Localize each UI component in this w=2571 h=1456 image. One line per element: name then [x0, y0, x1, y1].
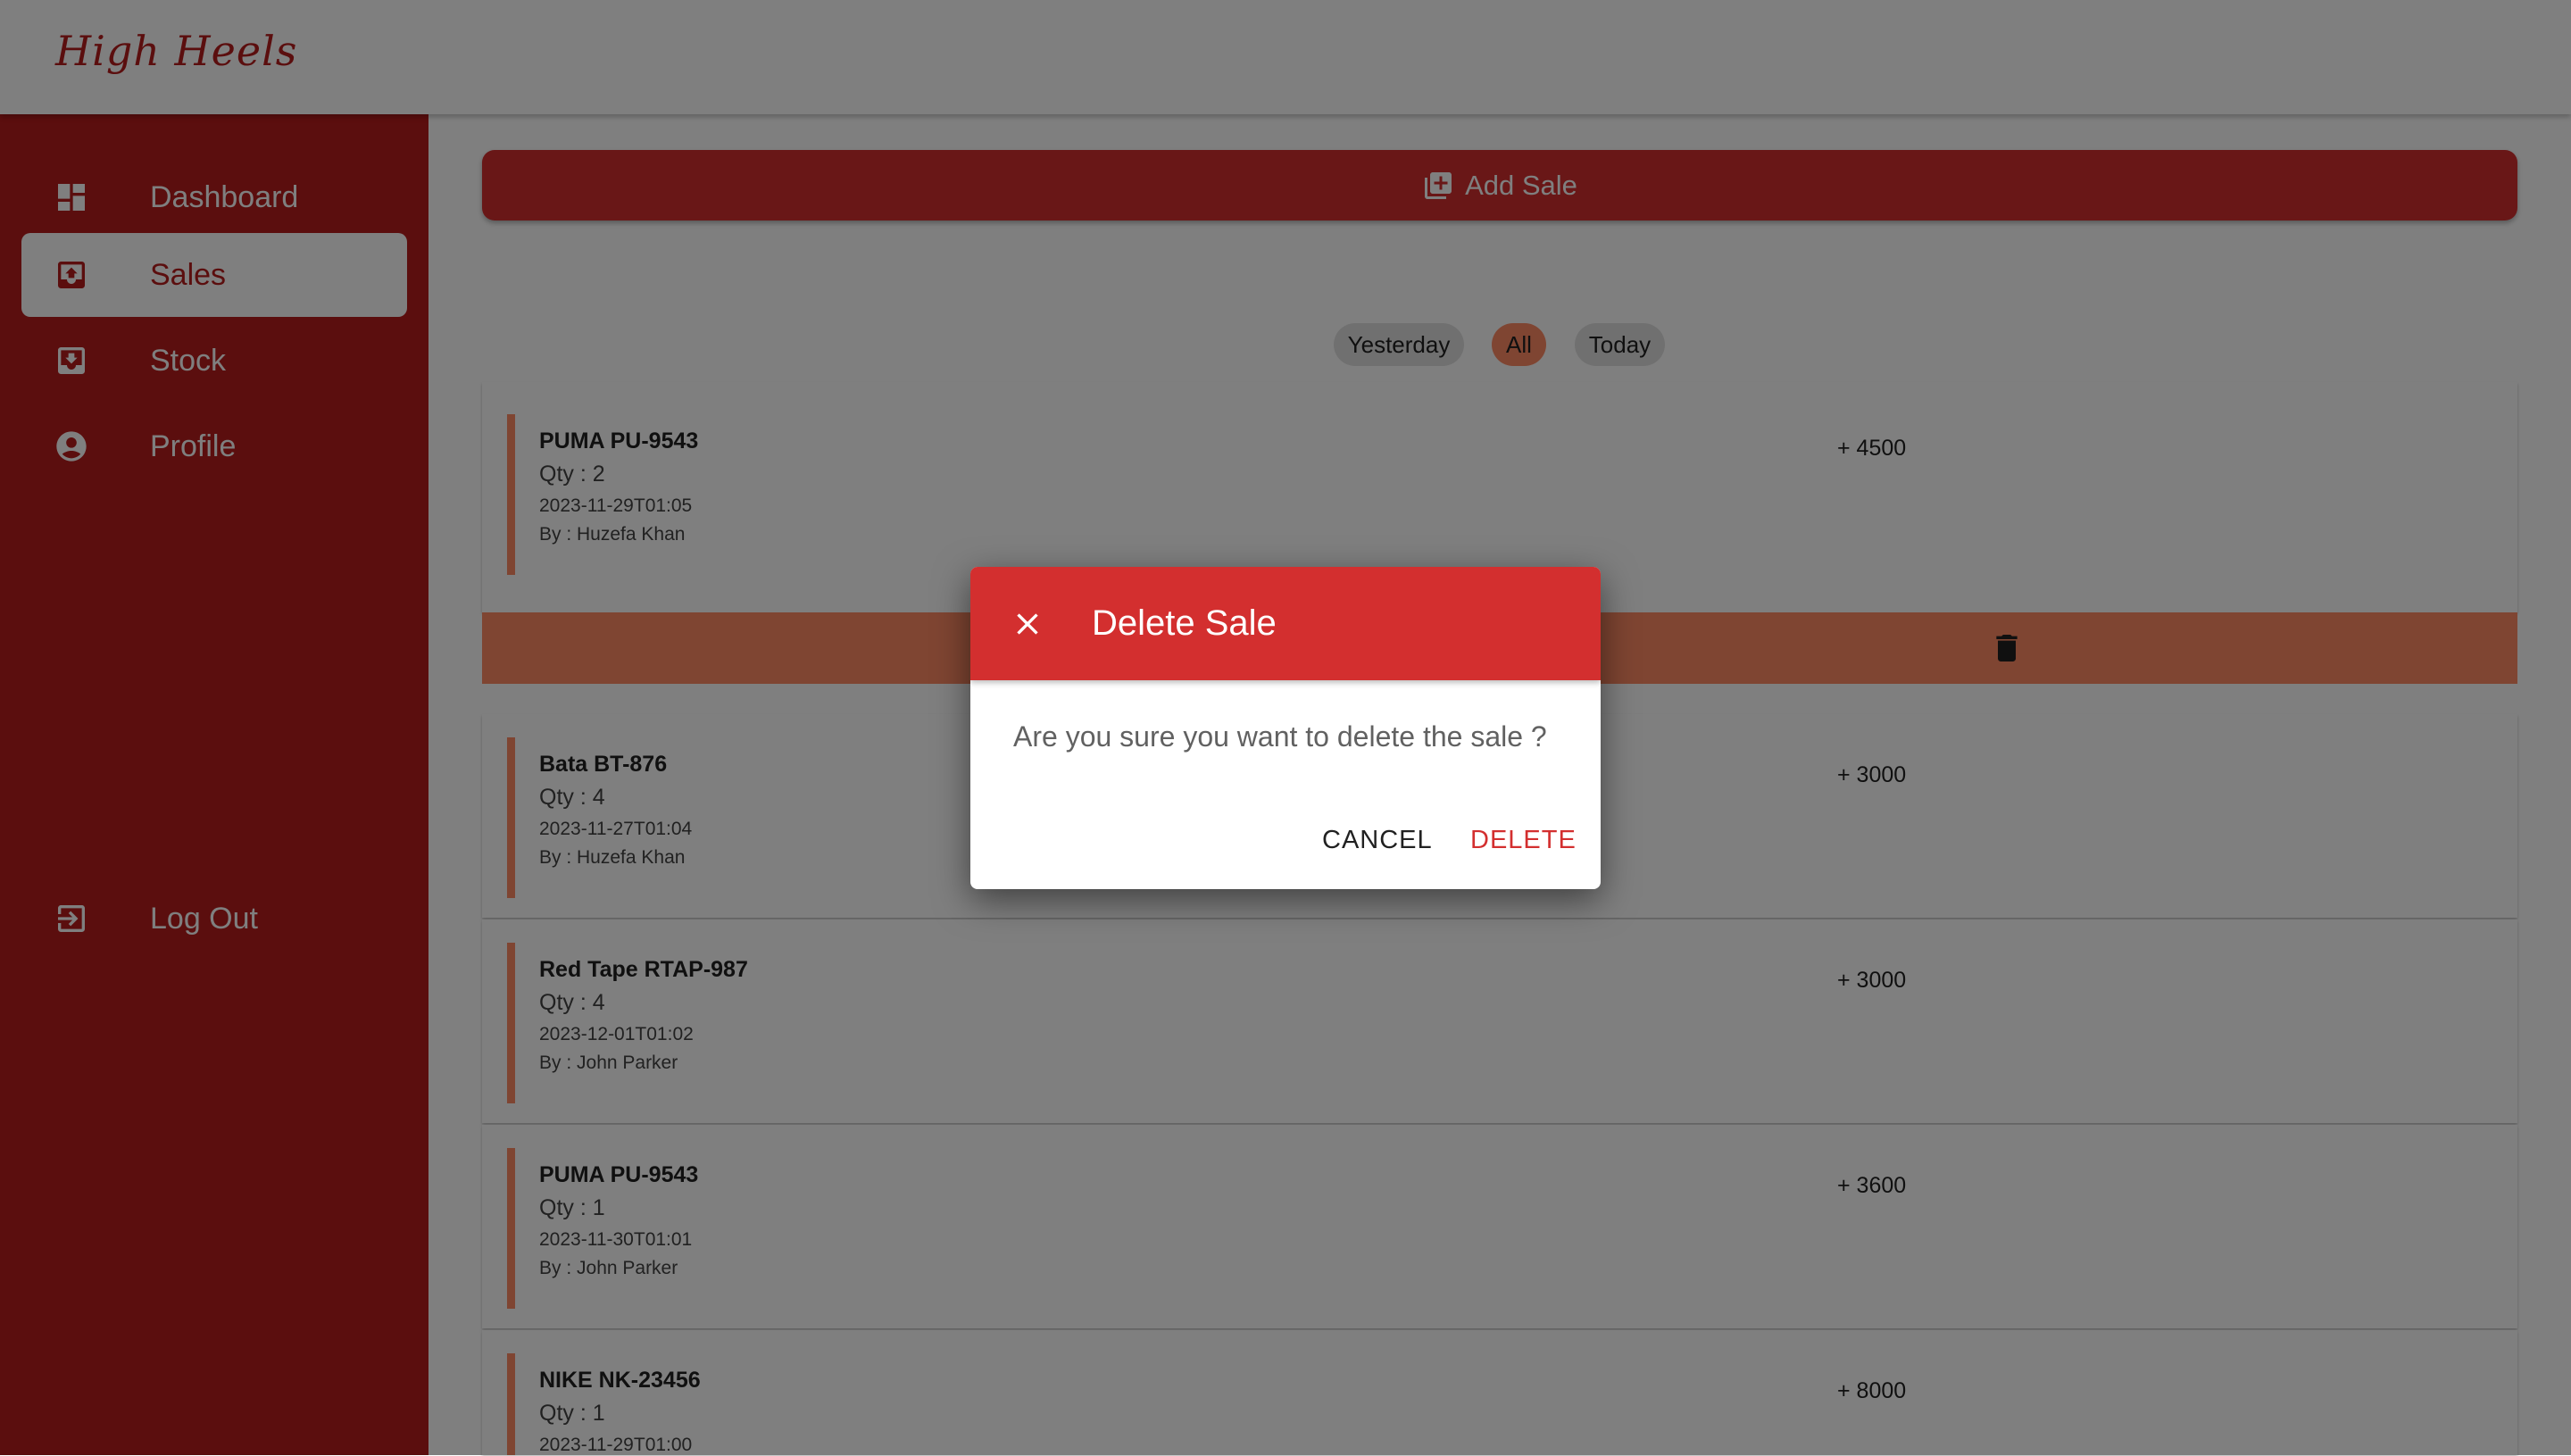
close-icon[interactable]: [1010, 606, 1045, 642]
dialog-title: Delete Sale: [1092, 603, 1277, 643]
cancel-button[interactable]: CANCEL: [1322, 826, 1433, 855]
dialog-message: Are you sure you want to delete the sale…: [1013, 720, 1547, 753]
delete-sale-dialog: Delete Sale Are you sure you want to del…: [970, 567, 1601, 889]
dialog-header: Delete Sale: [970, 567, 1601, 680]
delete-button[interactable]: DELETE: [1470, 826, 1577, 855]
